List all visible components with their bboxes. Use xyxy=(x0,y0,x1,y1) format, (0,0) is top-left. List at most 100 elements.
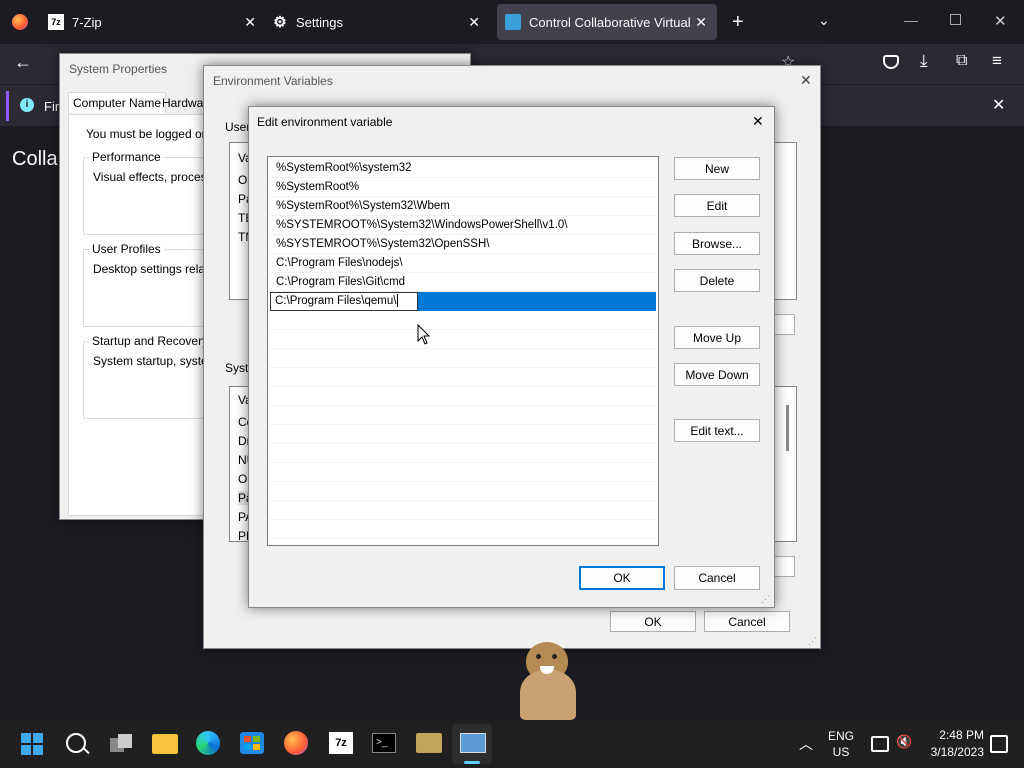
list-item[interactable]: %SYSTEMROOT%\System32\OpenSSH\ xyxy=(270,235,656,254)
user-vars-label: User xyxy=(225,120,251,134)
resize-grip-icon[interactable]: ⋰ xyxy=(761,594,770,605)
list-item xyxy=(270,368,656,387)
restore-icon[interactable] xyxy=(950,14,961,25)
download-icon[interactable]: ⤓ xyxy=(920,51,928,71)
control-panel-icon[interactable] xyxy=(416,733,442,753)
move-up-button[interactable]: Move Up xyxy=(674,326,760,349)
browser-tab-bar: 7z 7-Zip ✕ ⚙ Settings ✕ Control Collabor… xyxy=(0,0,1024,44)
taskbar: 7z >_ ︿ ENG US 🔇 2:48 PM 3/18/2023 xyxy=(0,720,1024,768)
new-button[interactable]: New xyxy=(674,157,760,180)
lang-line2: US xyxy=(832,745,850,759)
terminal-icon[interactable]: >_ xyxy=(372,733,396,753)
tab-label: Control Collaborative Virtual M xyxy=(529,14,695,30)
tab-control-collaborative[interactable]: Control Collaborative Virtual M ✕ xyxy=(497,4,717,40)
list-item[interactable]: C:\Program Files\Git\cmd xyxy=(270,273,656,292)
lang-line1: ENG xyxy=(828,729,855,743)
pocket-icon[interactable] xyxy=(883,55,899,69)
page-heading: Colla xyxy=(12,148,58,170)
minimize-icon[interactable]: — xyxy=(904,12,918,28)
clock[interactable]: 2:48 PM 3/18/2023 xyxy=(924,728,984,759)
env-ok-button[interactable]: OK xyxy=(610,611,696,632)
notification-center-icon[interactable] xyxy=(990,735,1008,753)
inline-edit-input[interactable]: C:\Program Files\qemu\ xyxy=(270,292,418,311)
firefox-taskbar-icon[interactable] xyxy=(284,731,308,755)
windows-start-icon[interactable] xyxy=(21,733,43,755)
list-item xyxy=(270,520,656,539)
chevron-down-icon[interactable]: ⌄ xyxy=(818,12,830,29)
network-icon[interactable] xyxy=(871,736,889,752)
tab-computer-name[interactable]: Computer Name xyxy=(68,92,167,113)
close-icon[interactable]: ✕ xyxy=(468,14,480,31)
dialog-title: Edit environment variable xyxy=(257,115,393,129)
scrollbar-thumb[interactable] xyxy=(786,405,789,451)
close-window-icon[interactable]: ✕ xyxy=(994,12,1007,30)
list-item[interactable]: %SYSTEMROOT%\System32\WindowsPowerShell\… xyxy=(270,216,656,235)
list-item-editing[interactable]: C:\Program Files\qemu\ xyxy=(270,292,656,311)
language-indicator[interactable]: ENG US xyxy=(828,729,854,759)
path-entries-list[interactable]: %SystemRoot%\system32 %SystemRoot% %Syst… xyxy=(267,156,659,546)
window-title: System Properties xyxy=(69,62,168,76)
close-icon[interactable]: ✕ xyxy=(244,14,256,31)
resize-grip-icon[interactable]: ⋰ xyxy=(808,636,817,647)
tab-label: 7-Zip xyxy=(72,14,102,30)
tab-label: Settings xyxy=(296,14,343,30)
clock-date: 3/18/2023 xyxy=(930,745,984,759)
firefox-icon[interactable] xyxy=(12,14,28,30)
list-item xyxy=(270,406,656,425)
search-icon[interactable] xyxy=(66,733,86,753)
close-icon[interactable]: ✕ xyxy=(800,72,812,89)
ok-button[interactable]: OK xyxy=(579,566,665,590)
close-icon[interactable]: ✕ xyxy=(752,113,764,130)
edit-value: C:\Program Files\qemu\ xyxy=(275,295,397,307)
move-down-button[interactable]: Move Down xyxy=(674,363,760,386)
task-view-icon[interactable] xyxy=(110,734,132,752)
clock-time: 2:48 PM xyxy=(939,728,984,742)
edit-text-button[interactable]: Edit text... xyxy=(674,419,760,442)
list-item xyxy=(270,425,656,444)
list-item[interactable]: %SystemRoot%\System32\Wbem xyxy=(270,197,656,216)
monitor-icon xyxy=(505,14,521,30)
list-item[interactable]: %SystemRoot% xyxy=(270,178,656,197)
delete-button[interactable]: Delete xyxy=(674,269,760,292)
cancel-button[interactable]: Cancel xyxy=(674,566,760,590)
store-icon[interactable] xyxy=(240,732,264,754)
gear-icon: ⚙ xyxy=(273,14,287,31)
chevron-up-icon[interactable]: ︿ xyxy=(799,734,813,754)
file-explorer-icon[interactable] xyxy=(152,734,178,754)
extensions-icon[interactable]: ⧉ xyxy=(956,52,967,70)
close-infobar-icon[interactable]: ✕ xyxy=(992,95,1005,115)
info-icon: i xyxy=(20,98,34,112)
close-icon[interactable]: ✕ xyxy=(695,14,707,31)
search-icon-handle xyxy=(83,747,90,755)
tab-label: Computer Name xyxy=(73,96,162,110)
menu-icon[interactable]: ≡ xyxy=(992,51,1002,71)
new-tab-icon[interactable]: + xyxy=(732,11,744,34)
tab-7zip[interactable]: 7z 7-Zip ✕ xyxy=(48,4,266,40)
info-bar-accent xyxy=(6,91,9,121)
window-title: Environment Variables xyxy=(213,74,333,88)
7zip-taskbar-icon[interactable]: 7z xyxy=(329,732,353,754)
tab-settings[interactable]: ⚙ Settings ✕ xyxy=(272,4,490,40)
back-arrow-icon[interactable]: ← xyxy=(14,52,32,73)
group-label: Startup and Recovery xyxy=(89,334,212,348)
browse-button[interactable]: Browse... xyxy=(674,232,760,255)
list-item xyxy=(270,330,656,349)
list-item xyxy=(270,501,656,520)
mouse-cursor-icon xyxy=(417,324,431,345)
group-label: User Profiles xyxy=(89,242,164,256)
list-item xyxy=(270,311,656,330)
list-item xyxy=(270,482,656,501)
list-item xyxy=(270,349,656,368)
hamster-mascot-image xyxy=(520,642,578,720)
list-item[interactable]: %SystemRoot%\system32 xyxy=(270,159,656,178)
group-label: Performance xyxy=(89,150,164,164)
list-item[interactable]: C:\Program Files\nodejs\ xyxy=(270,254,656,273)
edge-icon[interactable] xyxy=(196,731,220,755)
system-properties-taskbar-icon[interactable] xyxy=(452,724,492,764)
list-item xyxy=(270,387,656,406)
7zip-icon: 7z xyxy=(48,14,64,30)
edit-button[interactable]: Edit xyxy=(674,194,760,217)
volume-muted-icon[interactable]: 🔇 xyxy=(896,734,912,750)
env-cancel-button[interactable]: Cancel xyxy=(704,611,790,632)
list-item xyxy=(270,463,656,482)
